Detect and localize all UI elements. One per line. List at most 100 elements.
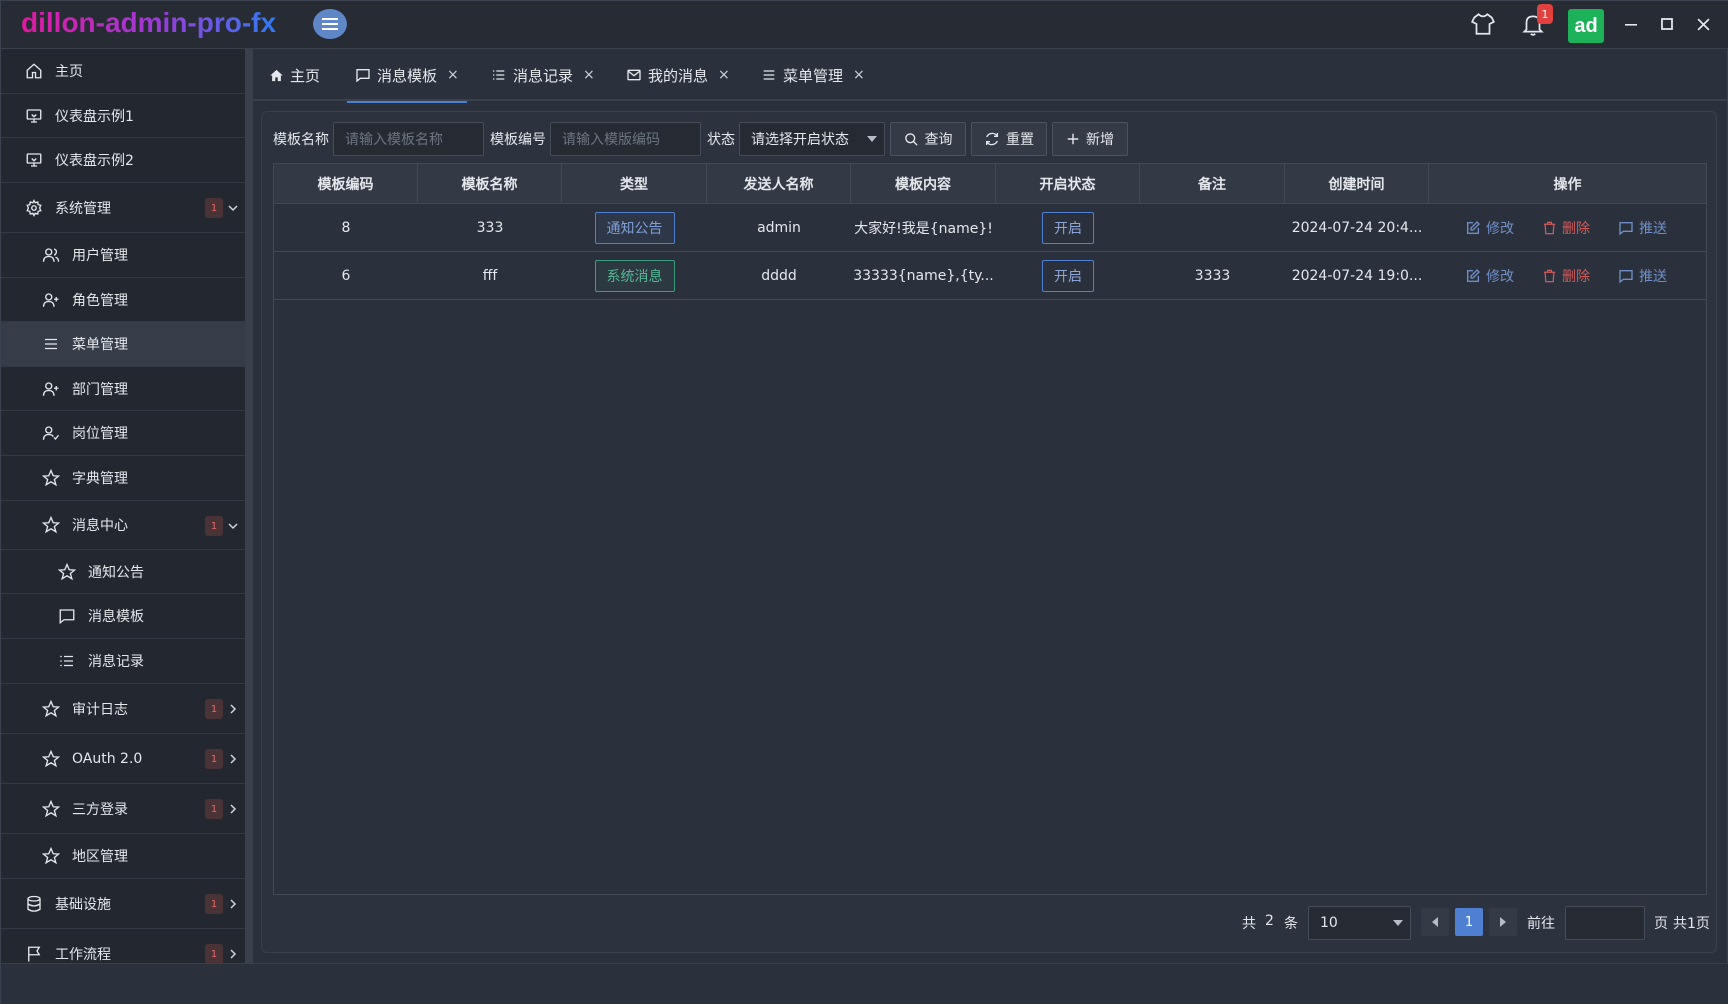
sidebar-item-label: 仪表盘示例2 <box>55 153 134 169</box>
sidebar-item-label: 地区管理 <box>72 849 128 865</box>
sidebar-item-label: 通知公告 <box>88 564 144 581</box>
reset-button[interactable]: 重置 <box>971 122 1047 156</box>
sidebar-item-home[interactable]: 主页 <box>1 49 245 94</box>
maximize-button[interactable] <box>1657 9 1677 39</box>
chevron-down-icon <box>228 523 238 530</box>
tab-my-messages[interactable]: 我的消息 × <box>626 59 730 91</box>
tab-close-icon[interactable]: × <box>853 67 865 83</box>
tab-message-templates[interactable]: 消息模板 × <box>347 59 467 103</box>
sidebar-item-label: 部门管理 <box>72 381 128 398</box>
delete-button[interactable]: 删除 <box>1542 266 1590 286</box>
column-header[interactable]: 操作 <box>1429 164 1706 204</box>
database-icon <box>25 895 43 913</box>
sidebar-item-label: 仪表盘示例1 <box>55 108 134 125</box>
tshirt-icon <box>1471 13 1495 35</box>
trash-icon <box>1542 220 1557 236</box>
type-tag: 通知公告 <box>594 212 675 244</box>
sidebar-item-system[interactable]: 系统管理 1 <box>1 183 245 233</box>
delete-button[interactable]: 删除 <box>1542 218 1590 238</box>
list-icon <box>42 335 60 353</box>
sidebar-item-users[interactable]: 用户管理 <box>1 233 245 278</box>
chevron-down-icon <box>228 205 238 212</box>
search-button[interactable]: 查询 <box>890 122 966 156</box>
column-header[interactable]: 模板内容 <box>851 164 996 204</box>
push-button[interactable]: 推送 <box>1618 266 1667 286</box>
sidebar-item-message-center[interactable]: 消息中心 1 <box>1 501 245 550</box>
column-header[interactable]: 开启状态 <box>996 164 1140 204</box>
home-icon <box>269 68 284 83</box>
sidebar-item-roles[interactable]: 角色管理 <box>1 278 245 322</box>
column-header[interactable]: 创建时间 <box>1285 164 1429 204</box>
table-row[interactable]: 6 fff 系统消息 dddd 33333{name},{ty... 开启 33… <box>274 252 1706 300</box>
column-header[interactable]: 类型 <box>562 164 707 204</box>
minimize-button[interactable] <box>1621 9 1641 39</box>
avatar[interactable]: ad <box>1568 9 1604 43</box>
message-icon <box>1618 220 1634 236</box>
status-select[interactable]: 请选择开启状态 <box>739 122 885 156</box>
edit-button[interactable]: 修改 <box>1465 218 1514 238</box>
column-header[interactable]: 模板名称 <box>418 164 562 204</box>
sidebar-badge: 1 <box>205 699 223 719</box>
cell-created: 2024-07-24 20:4... <box>1291 220 1423 236</box>
page-size-select[interactable]: 10 <box>1308 906 1411 940</box>
tab-home[interactable]: 主页 <box>269 59 320 91</box>
page-1-button[interactable]: 1 <box>1455 908 1483 936</box>
sidebar-item-oauth[interactable]: OAuth 2.0 1 <box>1 734 245 784</box>
sidebar-item-label: 菜单管理 <box>72 337 128 353</box>
star-icon <box>42 847 60 865</box>
column-header[interactable]: 备注 <box>1140 164 1285 204</box>
star-icon <box>42 516 60 534</box>
push-button[interactable]: 推送 <box>1618 218 1667 238</box>
star-icon <box>42 799 60 818</box>
reset-button-label: 重置 <box>1006 132 1034 148</box>
sidebar-item-label: 审计日志 <box>72 701 128 718</box>
table-row[interactable]: 8 333 通知公告 admin 大家好!我是{name}! 开启 2024-0… <box>274 204 1706 252</box>
tab-message-records[interactable]: 消息记录 × <box>491 59 595 91</box>
column-header[interactable]: 发送人名称 <box>707 164 851 204</box>
edit-button[interactable]: 修改 <box>1465 266 1514 286</box>
sidebar-item-dashboard2[interactable]: 仪表盘示例2 <box>1 138 245 183</box>
sidebar-item-label: 消息记录 <box>88 654 144 670</box>
tab-close-icon[interactable]: × <box>447 67 459 83</box>
sidebar-item-workflow[interactable]: 工作流程 1 <box>1 929 245 963</box>
tab-close-icon[interactable]: × <box>718 67 730 83</box>
column-header[interactable]: 模板编码 <box>274 164 418 204</box>
sidebar-badge: 1 <box>205 944 223 963</box>
next-page-button[interactable] <box>1489 908 1517 936</box>
goto-page-input[interactable] <box>1565 906 1645 940</box>
add-button[interactable]: 新增 <box>1052 122 1128 156</box>
sidebar-item-menus[interactable]: 菜单管理 <box>1 322 245 367</box>
cell-code: 8 <box>341 220 351 236</box>
status-tag: 开启 <box>1042 212 1094 244</box>
title-bar: dillon-admin-pro-fx 1 ad <box>1 1 1728 49</box>
sidebar-item-dictionary[interactable]: 字典管理 <box>1 456 245 501</box>
template-name-input[interactable]: 请输入模板名称 <box>333 122 484 156</box>
sidebar-item-label: 三方登录 <box>72 801 128 818</box>
theme-button[interactable] <box>1467 9 1499 39</box>
cell-type: 通知公告 <box>562 204 707 252</box>
prev-page-button[interactable] <box>1421 908 1449 936</box>
sidebar-item-social-login[interactable]: 三方登录 1 <box>1 784 245 834</box>
tab-close-icon[interactable]: × <box>583 67 595 83</box>
refresh-icon <box>984 131 1000 147</box>
cell-name: fff <box>482 268 498 284</box>
sidebar-item-message-templates[interactable]: 消息模板 <box>1 594 245 639</box>
sidebar-item-message-records[interactable]: 消息记录 <box>1 639 245 684</box>
cell-code: 6 <box>341 268 351 284</box>
close-window-button[interactable] <box>1693 9 1713 39</box>
menu-toggle-button[interactable] <box>313 9 347 39</box>
sidebar-item-posts[interactable]: 岗位管理 <box>1 411 245 456</box>
cell-name: 333 <box>476 220 504 236</box>
sidebar-item-regions[interactable]: 地区管理 <box>1 834 245 879</box>
sidebar-item-label: 主页 <box>55 64 83 80</box>
template-code-input[interactable]: 请输入模版编码 <box>550 122 701 156</box>
sidebar-item-infrastructure[interactable]: 基础设施 1 <box>1 879 245 929</box>
tab-menu-management[interactable]: 菜单管理 × <box>761 59 865 91</box>
push-label: 推送 <box>1639 221 1667 237</box>
sidebar-item-dashboard1[interactable]: 仪表盘示例1 <box>1 94 245 138</box>
sidebar-item-notices[interactable]: 通知公告 <box>1 550 245 594</box>
sidebar-item-departments[interactable]: 部门管理 <box>1 367 245 411</box>
sidebar-item-audit-log[interactable]: 审计日志 1 <box>1 684 245 734</box>
sidebar-scrollbar[interactable] <box>245 49 253 963</box>
delete-label: 删除 <box>1562 221 1590 237</box>
